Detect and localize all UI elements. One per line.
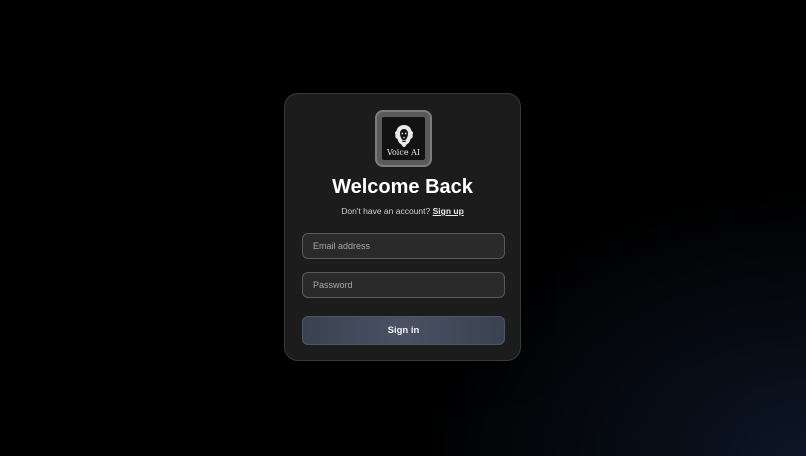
- email-field[interactable]: [302, 233, 505, 259]
- signup-prompt: Don't have an account? Sign up: [285, 205, 520, 217]
- signup-prompt-text: Don't have an account?: [341, 206, 431, 216]
- page-title: Welcome Back: [332, 176, 473, 198]
- logo: Voice AI: [375, 110, 432, 167]
- signup-link[interactable]: Sign up: [433, 206, 464, 216]
- logo-badge: Voice AI: [382, 117, 425, 160]
- lion-head-icon: [394, 125, 413, 147]
- password-field[interactable]: [302, 272, 505, 298]
- login-card: Voice AI Welcome Back Don't have an acco…: [284, 93, 521, 361]
- sign-in-button[interactable]: Sign in: [302, 316, 505, 345]
- logo-text: Voice AI: [386, 148, 421, 157]
